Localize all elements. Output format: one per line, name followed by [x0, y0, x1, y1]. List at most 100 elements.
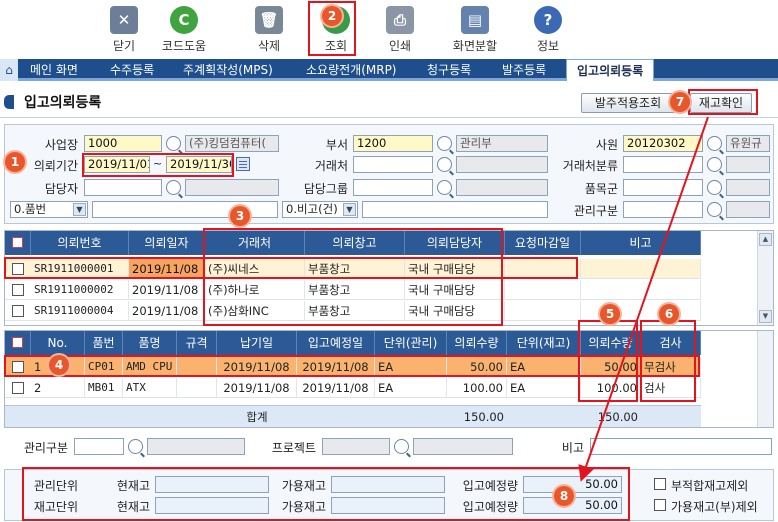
period-from-input[interactable]: 2019/11/01	[84, 156, 150, 173]
partner-class-input[interactable]	[623, 156, 703, 173]
item-group-input[interactable]	[623, 179, 703, 196]
grid-header: No. 품번 품명 규격 납기일 입고예정일 단위(관리) 의뢰수량 단위(재고…	[5, 331, 701, 355]
manage-class-name-field	[726, 201, 770, 218]
item-search-input[interactable]	[92, 201, 278, 218]
menu-order-register[interactable]: 수주등록	[110, 59, 154, 81]
home-icon[interactable]: ⌂	[0, 59, 18, 81]
select-all-header[interactable]	[5, 331, 31, 355]
manage-unit-label: 관리단위	[33, 479, 78, 493]
note-input[interactable]	[590, 438, 772, 455]
menu-mrp[interactable]: 소요량전개(MRP)	[306, 59, 397, 81]
item-select[interactable]: 0.품번 ▼	[10, 201, 88, 218]
annotation-badge-5: 5	[600, 304, 620, 324]
partner-class-search-icon[interactable]	[707, 157, 722, 172]
trash-icon: 🗑	[255, 6, 283, 34]
partner-group-input[interactable]	[353, 179, 433, 196]
menu-receipt-request[interactable]: 입고의뢰등록	[566, 59, 655, 81]
stock-check-button[interactable]: 재고확인	[690, 93, 752, 113]
grid-header: 의뢰번호 의뢰일자 거래처 의뢰창고 의뢰담당자 요청마감일 비고	[5, 231, 701, 255]
available-stock-field-2	[331, 497, 445, 514]
manage-class-search-icon[interactable]	[707, 202, 722, 217]
manage-class-filter-search-icon[interactable]	[128, 439, 143, 454]
dept-label: 부서	[325, 138, 348, 152]
exclude-negative-stock-checkbox[interactable]	[654, 499, 666, 511]
manager-name-field	[185, 179, 279, 196]
partner-group-search-icon[interactable]	[437, 180, 452, 195]
project-label: 프로젝트	[271, 441, 316, 455]
business-search-icon[interactable]	[166, 136, 181, 151]
item-group-search-icon[interactable]	[707, 180, 722, 195]
code-help-button[interactable]: C 코드도움	[158, 4, 210, 54]
print-button[interactable]: ⎙ 인쇄	[374, 4, 426, 54]
vertical-scrollbar[interactable]: ▲ ▼	[757, 231, 773, 325]
manage-class-filter-name	[147, 438, 245, 455]
dept-code-input[interactable]: 1200	[353, 135, 433, 152]
printer-icon: ⎙	[386, 6, 414, 34]
check-all-icon[interactable]	[12, 237, 23, 248]
annotation-badge-1: 1	[5, 152, 25, 172]
project-search-icon[interactable]	[394, 439, 409, 454]
chevron-down-icon[interactable]: ▼	[343, 203, 356, 216]
partner-search-icon[interactable]	[437, 157, 452, 172]
business-name-field: (주)킹덤컴퓨터(	[185, 135, 279, 152]
row-checkbox[interactable]	[12, 361, 24, 373]
sum-row: 합계 150.00 150.00	[5, 405, 701, 427]
manage-class-input[interactable]	[623, 201, 703, 218]
note-select[interactable]: 0.비고(건) ▼	[282, 201, 358, 218]
period-separator: ~	[153, 157, 163, 170]
current-stock-field-2	[155, 497, 269, 514]
table-row[interactable]: SR1911000002 2019/11/08 (주)하나로 부품창고 국내 구…	[5, 280, 701, 300]
partner-group-name-field	[456, 179, 548, 196]
project-input[interactable]	[322, 438, 390, 455]
partner-code-input[interactable]	[353, 156, 433, 173]
annotation-badge-7: 7	[670, 92, 690, 112]
split-screen-button[interactable]: ▤ 화면분할	[446, 4, 504, 54]
table-row[interactable]: SR1911000004 2019/11/08 (주)삼화INC 부품창고 국내…	[5, 301, 701, 321]
dept-name-field: 관리부	[456, 135, 548, 152]
scroll-down-icon[interactable]: ▼	[759, 310, 772, 323]
manage-class-filter-input[interactable]	[74, 438, 124, 455]
check-all-icon[interactable]	[12, 337, 23, 348]
table-row[interactable]: SR1911000001 2019/11/08 (주)씨네스 부품창고 국내 구…	[5, 259, 701, 279]
annotation-badge-3: 3	[230, 206, 250, 226]
order-apply-button[interactable]: 발주적용조회	[581, 93, 675, 113]
select-all-header[interactable]	[5, 231, 31, 255]
row-checkbox[interactable]	[12, 263, 24, 275]
project-name-field	[413, 438, 513, 455]
partner-class-label: 거래처분류	[562, 159, 618, 173]
row-checkbox[interactable]	[12, 284, 24, 296]
table-row[interactable]: 2 MB01 ATX 2019/11/08 2019/11/08 EA 100.…	[5, 378, 701, 398]
chevron-down-icon[interactable]: ▼	[73, 203, 86, 216]
close-button[interactable]: ✕ 닫기	[98, 4, 150, 54]
scroll-up-icon[interactable]: ▲	[759, 233, 772, 246]
row-checkbox[interactable]	[12, 305, 24, 317]
business-code-input[interactable]: 1000	[84, 135, 162, 152]
exclude-nonconforming-checkbox[interactable]	[654, 478, 666, 490]
menu-mps[interactable]: 주계획작성(MPS)	[183, 59, 273, 81]
employee-code-input[interactable]: 20120302	[623, 135, 703, 152]
calendar-icon[interactable]	[236, 157, 250, 171]
annotation-badge-6: 6	[659, 304, 679, 324]
manager-input[interactable]	[84, 179, 162, 196]
employee-search-icon[interactable]	[707, 136, 722, 151]
dept-search-icon[interactable]	[437, 136, 452, 151]
partner-class-name-field	[726, 156, 770, 173]
row-checkbox[interactable]	[12, 382, 24, 394]
toolbar: ✕ 닫기 C 코드도움 🗑 삭제 ⟳ 조회 ⎙ 인쇄 ▤ 화면분할 ? 정보	[0, 0, 778, 58]
table-row[interactable]: 1 CP01 AMD CPU 2019/11/08 2019/11/08 EA …	[5, 357, 701, 377]
menu-main[interactable]: 메인 화면	[30, 59, 78, 81]
manager-search-icon[interactable]	[166, 180, 181, 195]
delete-button[interactable]: 🗑 삭제	[243, 4, 295, 54]
note-search-input[interactable]	[362, 201, 548, 218]
menu-request-register[interactable]: 청구등록	[427, 59, 471, 81]
period-to-input[interactable]: 2019/11/30	[166, 156, 232, 173]
vertical-scrollbar[interactable]	[757, 331, 773, 427]
annotation-badge-8: 8	[554, 486, 574, 506]
employee-label: 사원	[595, 138, 618, 152]
stock-unit-label: 재고단위	[33, 500, 78, 514]
info-button[interactable]: ? 정보	[522, 4, 574, 54]
employee-name-field: 유원규	[726, 135, 770, 152]
menu-purchase-order[interactable]: 발주등록	[502, 59, 546, 81]
expected-receipt-label: 입고예정량	[462, 479, 518, 493]
request-detail-grid: No. 품번 품명 규격 납기일 입고예정일 단위(관리) 의뢰수량 단위(재고…	[4, 330, 774, 428]
